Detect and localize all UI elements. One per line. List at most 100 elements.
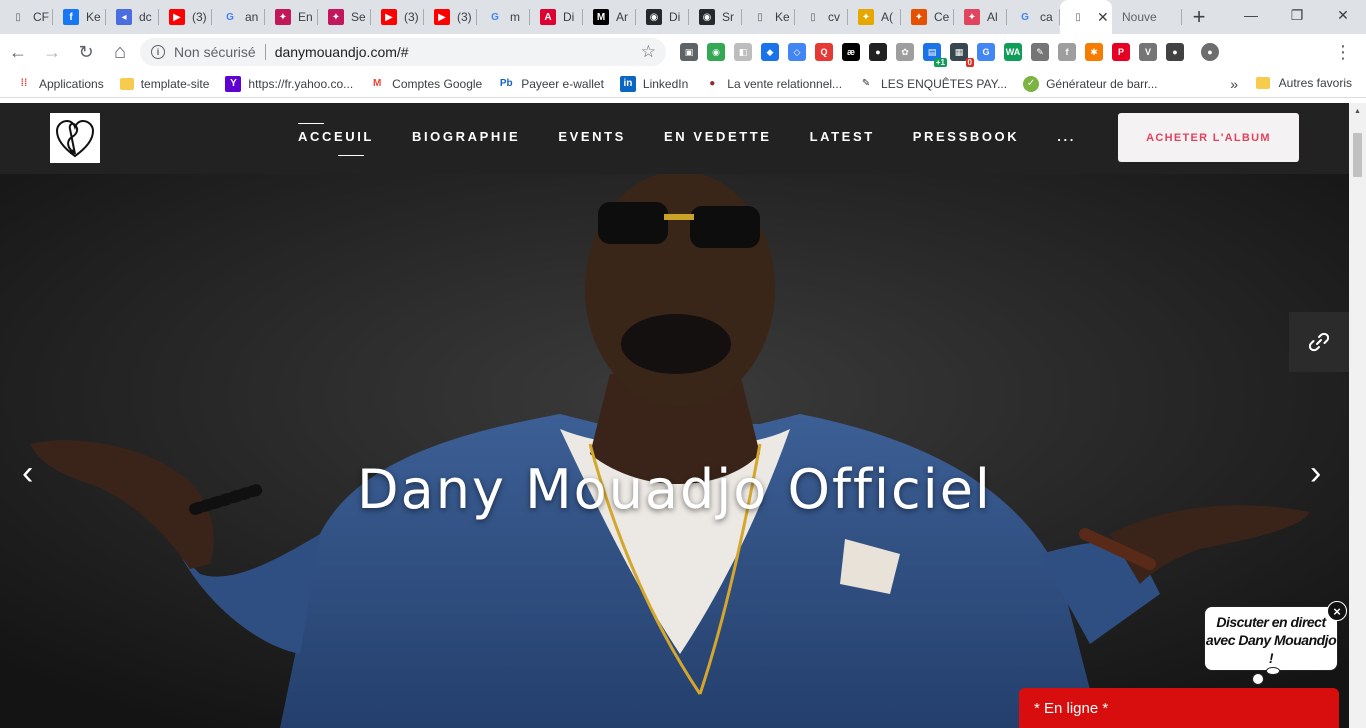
browser-tab[interactable]: Gan: [212, 0, 265, 34]
bookmark-item[interactable]: ✎ LES ENQUÊTES PAY...: [858, 76, 1007, 92]
chat-invite-bubble[interactable]: Discuter en direct avec Dany Mouandjo !: [1204, 606, 1338, 671]
browser-menu-button[interactable]: ⋮: [1334, 42, 1352, 62]
browser-tab[interactable]: ◂ dc: [106, 0, 159, 34]
browser-tab[interactable]: ▶ (3): [159, 0, 212, 34]
browser-tab[interactable]: ▯ cv: [795, 0, 848, 34]
gmail-icon: M: [372, 78, 382, 89]
tab-title: (3): [404, 10, 419, 24]
bookmark-item[interactable]: Pb Payeer e-wallet: [498, 76, 604, 92]
extension-13-icon[interactable]: WA: [1004, 43, 1022, 61]
page-scrollbar[interactable]: ▲: [1349, 103, 1366, 728]
site-nav-item[interactable]: PRESSBOOK: [913, 129, 1019, 144]
browser-tab[interactable]: A Di: [530, 0, 583, 34]
active-browser-tab[interactable]: ▯ ✕: [1060, 0, 1112, 34]
bookmark-item[interactable]: ⁞⁞ Applications: [16, 76, 104, 92]
extensions-bar: ▣ ◉ ◧ ◆ ◇ Qæ ● ✿ ▤ +1 ▦ 0 G WA ✎ f ✱ P V ● ●: [680, 42, 1228, 67]
browser-tab[interactable]: ◉ Di: [636, 0, 689, 34]
home-button[interactable]: ⌂: [104, 36, 136, 68]
site-nav-item[interactable]: BIOGRAPHIE: [412, 129, 520, 144]
bookmark-star-icon[interactable]: ☆: [641, 42, 656, 62]
yahoo-icon: Y: [225, 75, 242, 92]
browser-tab[interactable]: ▶ (3): [424, 0, 477, 34]
bookmark-item[interactable]: Yhttps://fr.yahoo.co...: [225, 75, 353, 92]
slider-prev-arrow-icon[interactable]: ‹: [22, 456, 33, 490]
extension-14-icon[interactable]: ✎: [1031, 43, 1049, 61]
extension-18-icon[interactable]: V: [1139, 43, 1157, 61]
extension-glyph: ◇: [793, 46, 801, 57]
info-icon[interactable]: i: [151, 45, 165, 59]
apps-grid-icon: ⁞⁞: [20, 78, 28, 89]
extension-5-icon[interactable]: ◇: [788, 43, 806, 61]
chat-close-icon[interactable]: ×: [1327, 601, 1347, 621]
profile-avatar-icon[interactable]: ●: [1201, 43, 1219, 61]
site-icon: ●: [709, 78, 716, 89]
other-bookmarks-folder[interactable]: Autres favoris: [1255, 76, 1352, 90]
extension-11-icon[interactable]: ▦ 0: [950, 43, 974, 67]
browser-tab[interactable]: ✦ Ce: [901, 0, 954, 34]
extension-2-icon[interactable]: ◉: [707, 43, 725, 61]
bookmarks-overflow-button[interactable]: »: [1230, 76, 1238, 92]
buy-album-button[interactable]: ACHETER L'ALBUM: [1118, 113, 1299, 162]
extension-12-icon[interactable]: G: [977, 43, 995, 61]
address-bar[interactable]: i Non sécurisé danymouandjo.com/# ☆: [140, 38, 666, 66]
slider-next-arrow-icon[interactable]: ›: [1310, 456, 1321, 490]
back-button[interactable]: ←: [2, 36, 34, 68]
bookmark-item[interactable]: template-site: [119, 77, 209, 91]
bookmarks-list: ⁞⁞ Applications template-site Yhttps://fr.y…: [0, 75, 1158, 92]
bookmark-item[interactable]: ● La vente relationnel...: [704, 76, 842, 92]
extension-7-icon[interactable]: æ: [842, 43, 860, 61]
browser-tab[interactable]: M Ar: [583, 0, 636, 34]
browser-tab[interactable]: ▯ Ke: [742, 0, 795, 34]
browser-tab[interactable]: Gca: [1007, 0, 1060, 34]
dc-icon: ◂: [116, 9, 132, 25]
browser-tab[interactable]: ▯ CF: [0, 0, 53, 34]
browser-tab[interactable]: ✦ Al: [954, 0, 1007, 34]
extension-4-icon[interactable]: ◆: [761, 43, 779, 61]
extension-3-icon[interactable]: ◧: [734, 43, 752, 61]
extension-9-icon[interactable]: ✿: [896, 43, 914, 61]
extension-15-icon[interactable]: f: [1058, 43, 1076, 61]
scrollbar-thumb[interactable]: [1353, 133, 1362, 177]
browser-tab[interactable]: Gm: [477, 0, 530, 34]
new-tab-button[interactable]: +: [1182, 0, 1216, 34]
extension-1-icon[interactable]: ▣: [680, 43, 698, 61]
extension-19-icon[interactable]: ●: [1166, 43, 1184, 61]
window-minimize-button[interactable]: —: [1228, 0, 1274, 30]
site-menu: ACCEUIL BIOGRAPHIE EVENTS EN VEDETTE LATEST P…: [298, 123, 1114, 156]
bookmark-item[interactable]: ✓ Générateur de barr...: [1023, 75, 1158, 92]
check-icon: ✓: [1023, 75, 1040, 92]
extension-6-icon[interactable]: Q: [815, 43, 833, 61]
extension-glyph: ●: [1172, 47, 1178, 57]
site-logo[interactable]: [50, 113, 100, 163]
browser-tab[interactable]: ▶ (3): [371, 0, 424, 34]
site-nav-item[interactable]: ACCEUIL: [298, 123, 374, 156]
page-icon: ▯: [1075, 11, 1081, 23]
bookmark-item[interactable]: in LinkedIn: [619, 75, 688, 92]
brand-icon: ✦: [328, 9, 344, 25]
forward-button[interactable]: →: [36, 36, 68, 68]
scroll-up-arrow-icon[interactable]: ▲: [1354, 108, 1361, 115]
site-nav-item[interactable]: EN VEDETTE: [664, 129, 772, 144]
extension-10-icon[interactable]: ▤ +1: [923, 43, 947, 67]
style-switcher-button[interactable]: [1289, 312, 1349, 372]
browser-tab-new[interactable]: Nouve: [1112, 0, 1182, 34]
extension-17-icon[interactable]: P: [1112, 43, 1130, 61]
site-nav-item[interactable]: LATEST: [810, 129, 875, 144]
url-text[interactable]: danymouandjo.com/#: [275, 44, 409, 60]
extension-16-icon[interactable]: ✱: [1085, 43, 1103, 61]
window-maximize-button[interactable]: ❐: [1274, 0, 1320, 30]
tab-close-icon[interactable]: ✕: [1097, 9, 1109, 26]
browser-tab[interactable]: ✦ A(: [848, 0, 901, 34]
extension-8-icon[interactable]: ●: [869, 43, 887, 61]
bookmark-item[interactable]: M Comptes Google: [369, 76, 482, 92]
browser-tab[interactable]: f Ke: [53, 0, 106, 34]
site-nav-item[interactable]: ...: [1057, 129, 1076, 144]
reload-button[interactable]: ↻: [70, 36, 102, 68]
browser-tab[interactable]: ◉ Sr: [689, 0, 742, 34]
browser-tab[interactable]: ✦ En: [265, 0, 318, 34]
site-nav-item[interactable]: EVENTS: [558, 129, 626, 144]
chat-status-bar[interactable]: * En ligne *: [1019, 688, 1339, 728]
browser-tab[interactable]: ✦ Se: [318, 0, 371, 34]
hero-title: Dany Mouadjo Officiel: [357, 458, 992, 521]
window-close-button[interactable]: ✕: [1320, 0, 1366, 30]
